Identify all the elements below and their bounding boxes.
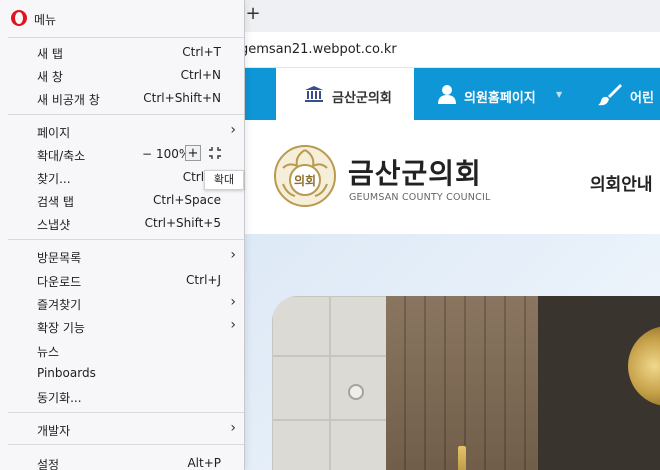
menu-item-history[interactable]: 방문목록 ›: [0, 245, 244, 267]
nav-kids-label: 어린: [630, 91, 654, 106]
chevron-right-icon: ›: [230, 420, 236, 436]
nav-member-label: 의원홈페이지: [464, 91, 536, 106]
menu-item-news[interactable]: 뉴스: [0, 339, 244, 361]
menu-item-page[interactable]: 페이지 ›: [0, 120, 244, 142]
council-seal-logo[interactable]: 의회: [273, 144, 337, 208]
chevron-right-icon: ›: [230, 247, 236, 263]
menu-item-new-private-window[interactable]: 새 비공개 창 Ctrl+Shift+N: [0, 87, 244, 109]
menu-item-settings[interactable]: 설정 Alt+P: [0, 452, 244, 470]
menu-divider: [8, 239, 244, 240]
chevron-right-icon: ›: [230, 317, 236, 333]
menu-item-label: 새 탭: [37, 47, 63, 61]
menu-item-new-tab[interactable]: 새 탭 Ctrl+T: [0, 41, 244, 63]
menu-divider: [8, 37, 244, 38]
menu-title: 메뉴: [34, 13, 57, 27]
menu-item-shortcut: Ctrl+N: [180, 68, 221, 82]
menu-item-label: 방문목록: [37, 251, 82, 265]
seal-text: 의회: [294, 173, 316, 188]
menu-divider: [8, 412, 244, 413]
zoom-out-button[interactable]: −: [140, 146, 154, 162]
menu-item-label: 확장 기능: [37, 321, 85, 335]
menu-item-label: 새 창: [37, 70, 63, 84]
menu-item-label: 페이지: [37, 126, 71, 140]
menu-item-pinboards[interactable]: Pinboards: [0, 362, 244, 384]
menu-divider: [8, 444, 244, 445]
menu-item-label: 찾기...: [37, 172, 71, 186]
menu-item-snapshot[interactable]: 스냅샷 Ctrl+Shift+5: [0, 212, 244, 234]
menu-item-shortcut: Ctrl+T: [182, 45, 221, 59]
zoom-in-button[interactable]: +: [185, 145, 201, 161]
nav-member-tab[interactable]: 의원홈페이지 ▼: [436, 68, 586, 120]
menu-item-shortcut: Ctrl+Shift+N: [143, 91, 221, 105]
person-icon: [438, 85, 456, 104]
building-icon: [305, 86, 323, 102]
nav-home-label: 금산군의회: [332, 91, 392, 106]
hero-photo: [272, 296, 660, 470]
brand-title[interactable]: 금산군의회: [348, 152, 482, 192]
menu-item-label: 동기화...: [37, 391, 82, 405]
menu-item-sync[interactable]: 동기화...: [0, 385, 244, 407]
opera-logo-icon: [11, 10, 27, 26]
menu-item-shortcut: Ctrl+Space: [153, 193, 221, 207]
brush-icon: [598, 84, 622, 106]
menu-header: 메뉴: [0, 6, 244, 30]
main-menu: 메뉴 새 탭 Ctrl+T 새 창 Ctrl+N 새 비공개 창 Ctrl+Sh…: [0, 0, 245, 470]
nav-intro-link[interactable]: 의회안내: [590, 170, 653, 195]
zoom-in-tooltip: 확대: [204, 170, 244, 190]
address-url[interactable]: gemsan21.webpot.co.kr: [240, 42, 397, 57]
brand-subtitle: GEUMSAN COUNTY COUNCIL: [349, 192, 491, 203]
chevron-right-icon: ›: [230, 294, 236, 310]
menu-item-label: 다운로드: [37, 275, 82, 289]
menu-divider: [8, 114, 244, 115]
fullscreen-icon[interactable]: [207, 145, 223, 161]
new-tab-button[interactable]: +: [244, 4, 262, 24]
menu-item-label: 검색 탭: [37, 195, 74, 209]
menu-item-label: 새 비공개 창: [37, 93, 100, 107]
caret-down-icon: ▼: [556, 90, 563, 99]
menu-item-bookmarks[interactable]: 즐겨찾기 ›: [0, 292, 244, 314]
menu-item-new-window[interactable]: 새 창 Ctrl+N: [0, 64, 244, 86]
menu-item-extensions[interactable]: 확장 기능 ›: [0, 315, 244, 337]
menu-item-shortcut: Ctrl+Shift+5: [144, 216, 221, 230]
chevron-right-icon: ›: [230, 122, 236, 138]
nav-kids-tab[interactable]: 어린: [596, 68, 660, 120]
menu-item-downloads[interactable]: 다운로드 Ctrl+J: [0, 269, 244, 291]
menu-item-label: 뉴스: [37, 345, 60, 359]
menu-item-shortcut: Ctrl+J: [186, 273, 221, 287]
menu-item-label: 개발자: [37, 424, 71, 438]
menu-item-label: 즐겨찾기: [37, 298, 82, 312]
menu-item-label: 스냅샷: [37, 218, 71, 232]
nav-home-tab[interactable]: 금산군의회: [276, 68, 414, 120]
menu-item-shortcut: Alt+P: [187, 456, 221, 470]
menu-item-label: 확대/축소: [37, 149, 86, 163]
menu-item-search-tabs[interactable]: 검색 탭 Ctrl+Space: [0, 189, 244, 211]
menu-item-developer[interactable]: 개발자 ›: [0, 418, 244, 440]
menu-item-label: 설정: [37, 458, 60, 470]
menu-item-label: Pinboards: [37, 366, 96, 380]
